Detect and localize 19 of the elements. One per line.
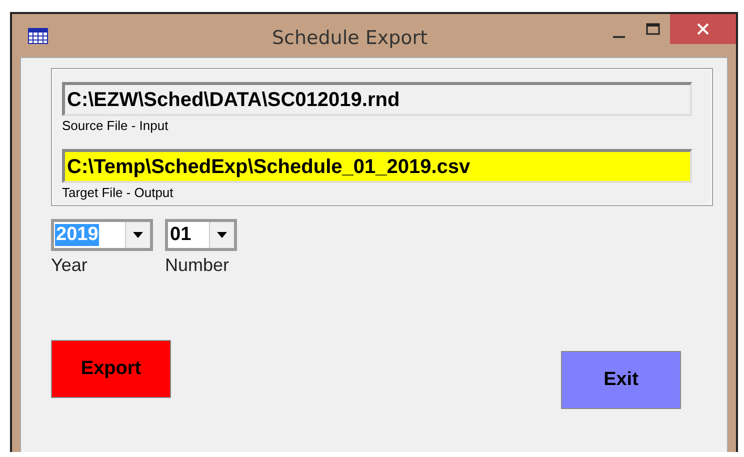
close-button[interactable] bbox=[670, 14, 736, 44]
path-field[interactable]: C:\Temp\SchedExp\Schedule_01_2019.csv bbox=[62, 149, 692, 183]
maximize-icon bbox=[646, 23, 660, 35]
exit-button[interactable]: Exit bbox=[561, 351, 681, 409]
window-title: Schedule Export bbox=[272, 26, 428, 48]
path-field[interactable]: C:\EZW\Sched\DATA\SC012019.rnd bbox=[62, 82, 692, 116]
table-icon bbox=[28, 28, 48, 44]
dropdown-label: Year bbox=[51, 255, 88, 276]
close-icon bbox=[697, 23, 709, 35]
dropdown-value: 2019 bbox=[55, 224, 100, 246]
dropdown-label: Number bbox=[165, 255, 230, 276]
field-label: Target File - Output bbox=[62, 185, 174, 200]
minimize-icon bbox=[613, 36, 625, 38]
export-button[interactable]: Export bbox=[51, 340, 171, 398]
dropdown[interactable]: 01 bbox=[165, 219, 237, 251]
caret-icon bbox=[217, 232, 227, 238]
caret-icon bbox=[133, 232, 143, 238]
dropdown-value: 01 bbox=[169, 224, 192, 246]
field-label: Source File - Input bbox=[62, 118, 170, 133]
